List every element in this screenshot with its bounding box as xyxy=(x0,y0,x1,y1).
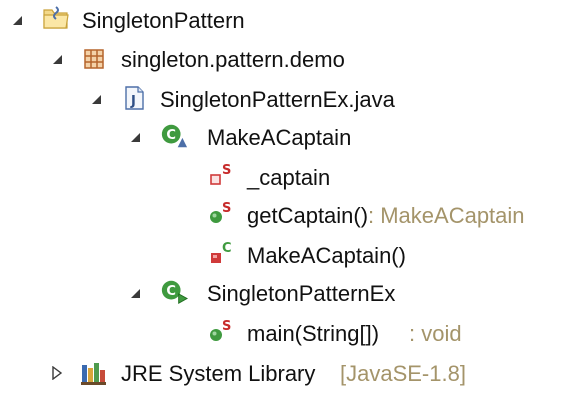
library-version: [JavaSE-1.8] xyxy=(340,361,466,386)
package-explorer-tree: SingletonPattern singleton.pattern.demo xyxy=(0,0,581,396)
project-label: SingletonPattern xyxy=(82,8,245,33)
private-constructor-icon: C xyxy=(208,240,236,268)
method-label: getCaptain() xyxy=(247,203,369,228)
class-label: SingletonPatternEx xyxy=(207,281,396,306)
method-return-type: : void xyxy=(409,321,462,346)
expand-arrow-icon[interactable] xyxy=(128,286,142,300)
expand-arrow-icon[interactable] xyxy=(128,130,142,144)
svg-text:J: J xyxy=(130,94,136,109)
java-project-icon xyxy=(42,4,70,32)
svg-text:C: C xyxy=(166,128,176,143)
collapse-arrow-icon[interactable] xyxy=(50,366,64,380)
java-file-icon: J xyxy=(120,84,148,112)
expand-arrow-icon[interactable] xyxy=(50,52,64,66)
library-label: JRE System Library xyxy=(121,361,316,386)
svg-text:S: S xyxy=(222,201,231,216)
svg-text:S: S xyxy=(222,163,231,178)
package-label: singleton.pattern.demo xyxy=(121,47,345,72)
method-return-type: : MakeACaptain xyxy=(368,203,525,228)
library-icon xyxy=(80,359,108,387)
class-label: MakeACaptain xyxy=(207,125,352,150)
expand-arrow-icon[interactable] xyxy=(10,13,24,27)
class-icon: C xyxy=(160,122,188,150)
field-label: _captain xyxy=(247,165,331,190)
java-file-label: SingletonPatternEx.java xyxy=(160,87,395,112)
method-label: main(String[]) xyxy=(247,321,380,346)
runnable-class-icon: C xyxy=(160,278,188,306)
public-static-method-icon: S xyxy=(208,318,236,346)
private-static-field-icon: S xyxy=(208,162,236,190)
constructor-label: MakeACaptain() xyxy=(247,243,406,268)
svg-text:S: S xyxy=(222,319,231,334)
expand-arrow-icon[interactable] xyxy=(89,92,103,106)
svg-text:C: C xyxy=(222,241,232,256)
package-icon xyxy=(80,45,108,73)
public-static-method-icon: S xyxy=(208,200,236,228)
svg-text:C: C xyxy=(166,284,176,299)
